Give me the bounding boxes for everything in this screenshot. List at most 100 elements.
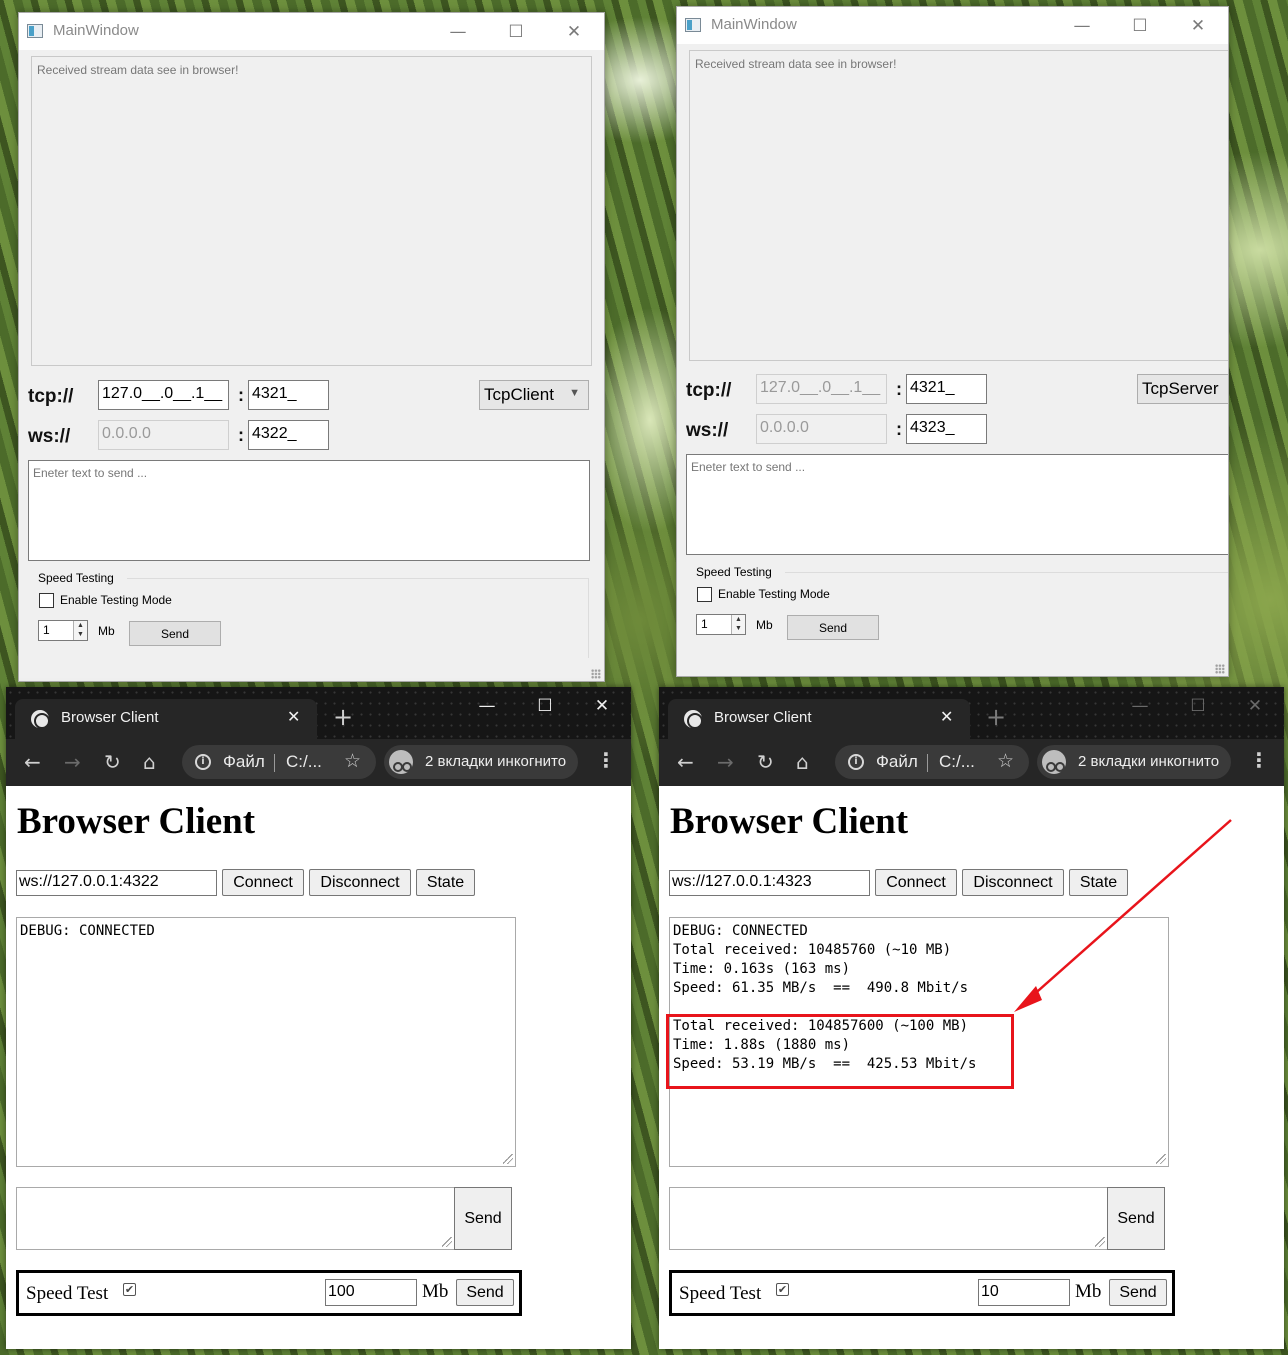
debug-log[interactable]: DEBUG: CONNECTED: [16, 917, 516, 1167]
tcp-port-input[interactable]: 4321_: [906, 374, 987, 404]
browser-window-left: Browser Client ✕ + — ☐ ✕ ← → ↻ ⌂ i Файл …: [6, 687, 631, 1349]
maximize-icon[interactable]: ☐: [1169, 691, 1227, 721]
spin-arrows-icon[interactable]: ▲ ▼: [731, 615, 745, 634]
tab-close-icon[interactable]: ✕: [940, 707, 953, 726]
maximize-icon[interactable]: ☐: [487, 13, 545, 50]
ws-colon: :: [238, 425, 244, 445]
incognito-badge[interactable]: 2 вкладки инкогнито: [384, 745, 578, 779]
tcp-port-input[interactable]: 4321_: [248, 380, 329, 410]
speed-test-panel: Speed Test ✔ 100 Mb Send: [16, 1270, 522, 1316]
back-icon[interactable]: ←: [24, 750, 41, 774]
maximize-icon[interactable]: ☐: [1111, 7, 1169, 44]
message-input[interactable]: [669, 1187, 1108, 1250]
resize-handle-icon[interactable]: [1156, 1154, 1166, 1164]
spin-arrows-icon[interactable]: ▲ ▼: [73, 621, 87, 640]
forward-icon[interactable]: →: [717, 750, 734, 774]
connect-button[interactable]: Connect: [875, 869, 957, 896]
info-icon[interactable]: i: [195, 754, 211, 770]
incognito-badge[interactable]: 2 вкладки инкогнито: [1037, 745, 1231, 779]
speed-size-input[interactable]: 10: [978, 1279, 1070, 1306]
browser-tab[interactable]: Browser Client ✕: [15, 699, 317, 739]
address-path: C:/...: [939, 752, 975, 771]
maximize-icon[interactable]: ☐: [516, 691, 574, 721]
address-bar[interactable]: i Файл C:/... ☆: [835, 745, 1029, 779]
reload-icon[interactable]: ↻: [104, 750, 121, 774]
browser-chrome: Browser Client ✕ + — ☐ ✕ ← → ↻ ⌂ i Файл …: [6, 687, 631, 786]
speed-send-button[interactable]: Send: [787, 615, 879, 640]
mode-select[interactable]: TcpClient ▼: [479, 380, 589, 410]
address-bar[interactable]: i Файл C:/... ☆: [182, 745, 376, 779]
close-icon[interactable]: ✕: [545, 13, 603, 50]
resize-grip-icon[interactable]: [1215, 664, 1225, 674]
address-scheme: Файл: [223, 752, 265, 771]
browser-chrome: Browser Client ✕ + — ☐ ✕ ← → ↻ ⌂ i Файл …: [659, 687, 1284, 786]
home-icon[interactable]: ⌂: [143, 750, 156, 774]
info-icon[interactable]: i: [848, 754, 864, 770]
tcp-ip-input[interactable]: 127.0__.0__.1__: [98, 380, 229, 410]
send-text-input[interactable]: Eneter text to send ...: [686, 454, 1228, 555]
speed-test-checkbox[interactable]: ✔: [776, 1283, 789, 1296]
forward-icon[interactable]: →: [64, 750, 81, 774]
menu-icon[interactable]: ⋮: [1249, 748, 1269, 772]
close-icon[interactable]: ✕: [1169, 7, 1227, 44]
message-input[interactable]: [16, 1187, 455, 1250]
chevron-down-icon: ▼: [569, 387, 580, 399]
qt-title-bar[interactable]: MainWindow — ☐ ✕: [19, 13, 604, 50]
state-button[interactable]: State: [416, 869, 475, 896]
menu-icon[interactable]: ⋮: [596, 748, 616, 772]
state-button[interactable]: State: [1069, 869, 1128, 896]
minimize-icon[interactable]: —: [1111, 691, 1169, 721]
mode-button[interactable]: TcpServer: [1137, 374, 1228, 404]
browser-tab[interactable]: Browser Client ✕: [668, 699, 970, 739]
mb-label: Mb: [98, 624, 115, 638]
tcp-colon: :: [896, 379, 902, 399]
speed-test-label: Speed Test: [26, 1283, 109, 1304]
tab-close-icon[interactable]: ✕: [287, 707, 300, 726]
enable-testing-checkbox[interactable]: [697, 587, 712, 602]
send-button[interactable]: Send: [1107, 1187, 1165, 1250]
ws-url-input[interactable]: ws://127.0.0.1:4323: [669, 870, 870, 896]
qt-main-window-server: MainWindow — ☐ ✕ Received stream data se…: [676, 6, 1229, 677]
star-icon[interactable]: ☆: [344, 750, 361, 772]
received-output[interactable]: Received stream data see in browser!: [689, 50, 1228, 361]
address-separator: [274, 754, 275, 772]
speed-send-button[interactable]: Send: [1109, 1279, 1167, 1306]
minimize-icon[interactable]: —: [1053, 7, 1111, 44]
home-icon[interactable]: ⌂: [796, 750, 809, 774]
send-text-input[interactable]: Eneter text to send ...: [28, 460, 590, 561]
resize-handle-icon[interactable]: [1095, 1237, 1105, 1247]
disconnect-button[interactable]: Disconnect: [962, 869, 1064, 896]
close-icon[interactable]: ✕: [1226, 691, 1284, 721]
ws-url-input[interactable]: ws://127.0.0.1:4322: [16, 870, 217, 896]
resize-handle-icon[interactable]: [503, 1154, 513, 1164]
resize-grip-icon[interactable]: [591, 669, 601, 679]
speed-send-button[interactable]: Send: [129, 621, 221, 646]
mb-spinbox[interactable]: 1 ▲ ▼: [696, 614, 746, 635]
resize-handle-icon[interactable]: [442, 1237, 452, 1247]
connect-button[interactable]: Connect: [222, 869, 304, 896]
close-icon[interactable]: ✕: [573, 691, 631, 721]
speed-send-button[interactable]: Send: [456, 1279, 514, 1306]
new-tab-icon[interactable]: +: [986, 703, 1006, 731]
ws-port-input[interactable]: 4322_: [248, 420, 329, 450]
speed-test-panel: Speed Test ✔ 10 Mb Send: [669, 1270, 1175, 1316]
received-output[interactable]: Received stream data see in browser!: [31, 56, 592, 366]
back-icon[interactable]: ←: [677, 750, 694, 774]
new-tab-icon[interactable]: +: [333, 703, 353, 731]
disconnect-button[interactable]: Disconnect: [309, 869, 411, 896]
ws-label: ws://: [686, 420, 729, 441]
minimize-icon[interactable]: —: [458, 691, 516, 721]
minimize-icon[interactable]: —: [429, 13, 487, 50]
qt-title-bar[interactable]: MainWindow — ☐ ✕: [677, 7, 1228, 44]
send-button[interactable]: Send: [454, 1187, 512, 1250]
result-highlight-box: [666, 1014, 1014, 1089]
enable-testing-checkbox[interactable]: [39, 593, 54, 608]
tcp-colon: :: [238, 385, 244, 405]
reload-icon[interactable]: ↻: [757, 750, 774, 774]
speed-test-checkbox[interactable]: ✔: [123, 1283, 136, 1296]
mb-spinbox[interactable]: 1 ▲ ▼: [38, 620, 88, 641]
star-icon[interactable]: ☆: [997, 750, 1014, 772]
speed-size-input[interactable]: 100: [325, 1279, 417, 1306]
ws-port-input[interactable]: 4323_: [906, 414, 987, 444]
browser-toolbar: ← → ↻ ⌂ i Файл C:/... ☆ 2 вкладки инкогн…: [659, 739, 1284, 786]
